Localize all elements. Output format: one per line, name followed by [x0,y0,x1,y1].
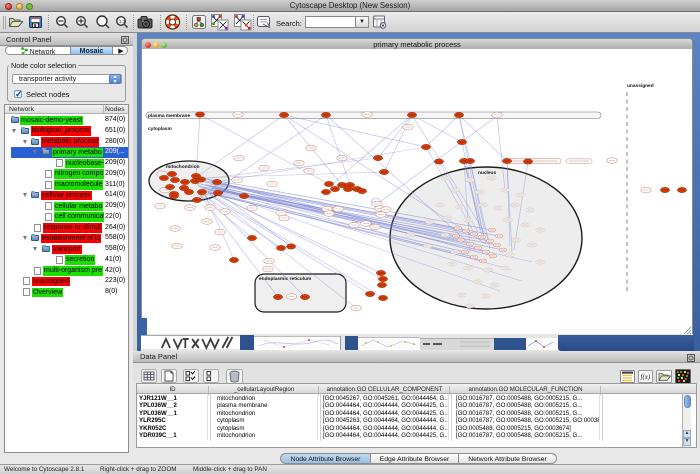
svg-text:mitochondrion: mitochondrion [166,164,200,170]
svg-text:cytoplasm: cytoplasm [148,126,172,132]
svg-text:plasma membrane: plasma membrane [148,113,190,119]
svg-text:1:1: 1:1 [119,19,126,24]
svg-text:f(x): f(x) [641,373,651,381]
svg-text:nucleus: nucleus [478,170,496,176]
svg-text:unassigned: unassigned [627,83,654,89]
